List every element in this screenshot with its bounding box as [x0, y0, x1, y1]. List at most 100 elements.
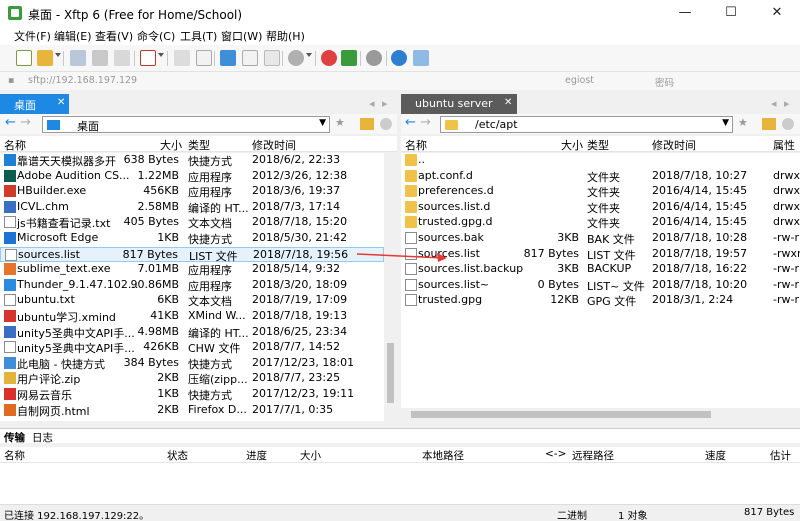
col-size[interactable]: 大小 [160, 137, 182, 153]
forward-arrow-icon[interactable]: → [420, 115, 431, 130]
left-path-input[interactable]: 桌面 ▼ [42, 116, 330, 133]
tcol-size[interactable]: 大小 [300, 448, 321, 463]
tcol-status[interactable]: 状态 [167, 448, 188, 463]
chevron-down-icon[interactable] [158, 53, 164, 57]
col-attributes[interactable]: 属性 [773, 137, 795, 153]
left-scrollbar[interactable] [384, 153, 397, 421]
tab-scroll-left-icon[interactable]: ◂ [771, 97, 777, 110]
open-folder-icon[interactable] [37, 50, 53, 66]
disconnect-icon[interactable] [92, 50, 108, 66]
menu-file[interactable]: 文件(F) [14, 28, 51, 44]
paste-icon[interactable] [196, 50, 212, 66]
file-row[interactable]: sublime_text.exe 7.01MB 应用程序 2018/5/14, 9:3… [0, 262, 384, 278]
file-row[interactable]: js书籍查看记录.txt 405 Bytes 文本文档 2018/7/18, 15:2… [0, 215, 384, 231]
close-tab-icon[interactable]: ✕ [504, 97, 512, 108]
minimize-button[interactable]: — [662, 0, 708, 26]
gear-icon[interactable] [366, 50, 382, 66]
info-icon[interactable] [413, 50, 429, 66]
menu-tools[interactable]: 工具(T) [180, 28, 217, 44]
back-arrow-icon[interactable]: ← [5, 115, 16, 130]
col-modified[interactable]: 修改时间 [652, 137, 696, 153]
file-row[interactable]: 此电脑 - 快捷方式 384 Bytes 快捷方式 2017/12/23, 18:01 [0, 356, 384, 372]
file-row[interactable]: 自制网页.html 2KB Firefox D... 2017/7/1, 0:35 [0, 403, 384, 419]
file-row[interactable]: sources.list 817 Bytes LIST 文件 2018/7/18, 1… [401, 247, 800, 263]
tcol-progress[interactable]: 进度 [246, 448, 267, 463]
file-row[interactable]: 网易云音乐 1KB 快捷方式 2017/12/23, 19:11 [0, 387, 384, 403]
tab-scroll-right-icon[interactable]: ▸ [382, 97, 388, 110]
up-folder-icon[interactable] [360, 118, 374, 130]
properties-icon[interactable] [242, 50, 258, 66]
file-row[interactable]: unity5圣典中文API手... 4.98MB 编译的 HT... 2018/6/2… [0, 325, 384, 341]
sync-icon[interactable] [264, 50, 280, 66]
xftp-icon[interactable] [341, 50, 357, 66]
back-arrow-icon[interactable]: ← [405, 115, 416, 130]
scrollbar-thumb[interactable] [411, 411, 711, 418]
right-horizontal-scrollbar[interactable] [401, 408, 800, 421]
col-type[interactable]: 类型 [587, 137, 609, 153]
terminal-icon[interactable] [140, 50, 156, 66]
tab-desktop[interactable]: 桌面 ✕ [0, 94, 69, 114]
col-size[interactable]: 大小 [561, 137, 583, 153]
file-row[interactable]: sources.bak 3KB BAK 文件 2018/7/18, 10:28 -rw-… [401, 231, 800, 247]
folder-row[interactable]: .. [401, 153, 800, 169]
tab-scroll-left-icon[interactable]: ◂ [369, 97, 375, 110]
bookmark-star-icon[interactable]: ★ [335, 116, 345, 129]
folder-row[interactable]: preferences.d 文件夹 2016/4/14, 15:45 drwxr [401, 184, 800, 200]
maximize-button[interactable]: ☐ [708, 0, 754, 26]
transfer-icon[interactable] [220, 50, 236, 66]
file-row[interactable]: 靠谱天天模拟器多开 638 Bytes 快捷方式 2018/6/2, 22:33 [0, 153, 384, 169]
file-row[interactable]: ICVL.chm 2.58MB 编译的 HT... 2018/7/3, 17:14 [0, 200, 384, 216]
forward-arrow-icon[interactable]: → [20, 115, 31, 130]
tab-scroll-right-icon[interactable]: ▸ [784, 97, 790, 110]
menu-edit[interactable]: 编辑(E) [54, 28, 92, 44]
menu-view[interactable]: 查看(V) [95, 28, 133, 44]
chevron-down-icon[interactable] [306, 53, 312, 57]
col-name[interactable]: 名称 [4, 137, 26, 153]
tab-ubuntu-server[interactable]: ubuntu server ✕ [401, 94, 517, 114]
folder-row[interactable]: trusted.gpg.d 文件夹 2016/4/14, 15:45 drwxr [401, 215, 800, 231]
file-row[interactable]: HBuilder.exe 456KB 应用程序 2018/3/6, 19:37 [0, 184, 384, 200]
menu-command[interactable]: 命令(C) [137, 28, 175, 44]
file-row[interactable]: Thunder_9.1.47.102... 90.86MB 应用程序 2018/3/2… [0, 278, 384, 294]
xshell-icon[interactable] [321, 50, 337, 66]
menu-help[interactable]: 帮助(H) [266, 28, 305, 44]
tcol-direction[interactable]: <-> [545, 448, 566, 460]
file-row[interactable]: Microsoft Edge 1KB 快捷方式 2018/5/30, 21:42 [0, 231, 384, 247]
reconnect-icon[interactable] [114, 50, 130, 66]
file-row[interactable]: 用户评论.zip 2KB 压缩(zipp... 2018/7/7, 23:25 [0, 371, 384, 387]
address-url-input[interactable]: sftp://192.168.197.129 [28, 75, 137, 86]
tcol-local-path[interactable]: 本地路径 [422, 448, 464, 463]
tcol-name[interactable]: 名称 [4, 448, 25, 463]
chevron-down-icon[interactable] [55, 53, 61, 57]
tcol-speed[interactable]: 速度 [705, 448, 726, 463]
close-button[interactable]: ✕ [754, 0, 800, 26]
file-row[interactable]: sources.list 817 Bytes LIST 文件 2018/7/18, 1… [0, 246, 384, 263]
file-row[interactable]: trusted.gpg 12KB GPG 文件 2018/3/1, 2:24 -rw-r [401, 293, 800, 309]
right-path-input[interactable]: /etc/apt ▼ [440, 116, 733, 133]
close-tab-icon[interactable]: ✕ [57, 97, 65, 108]
scrollbar-thumb[interactable] [387, 343, 394, 403]
col-type[interactable]: 类型 [188, 137, 210, 153]
password-input[interactable]: 密码 [655, 75, 674, 89]
new-session-icon[interactable] [16, 50, 32, 66]
menu-window[interactable]: 窗口(W) [221, 28, 262, 44]
folder-row[interactable]: apt.conf.d 文件夹 2018/7/18, 10:27 drwxr [401, 169, 800, 185]
username-input[interactable]: egiost [565, 75, 594, 86]
copy-icon[interactable] [174, 50, 190, 66]
col-name[interactable]: 名称 [405, 137, 427, 153]
refresh-icon[interactable] [380, 118, 392, 130]
refresh-icon[interactable] [782, 118, 794, 130]
file-row[interactable]: ubuntu学习.xmind 41KB XMind W... 2018/7/18, 1… [0, 309, 384, 325]
file-row[interactable]: Adobe Audition CS... 1.22MB 应用程序 2012/3/26,… [0, 169, 384, 185]
chevron-down-icon[interactable]: ▼ [722, 118, 729, 128]
col-modified[interactable]: 修改时间 [252, 137, 296, 153]
connect-icon[interactable] [70, 50, 86, 66]
help-icon[interactable] [391, 50, 407, 66]
tcol-remote-path[interactable]: 远程路径 [572, 448, 614, 463]
status-icon[interactable] [288, 50, 304, 66]
chevron-down-icon[interactable]: ▼ [319, 118, 326, 128]
file-row[interactable]: sources.list.backup 3KB BACKUP 2018/7/18, 1… [401, 262, 800, 278]
folder-row[interactable]: sources.list.d 文件夹 2016/4/14, 15:45 drwxr [401, 200, 800, 216]
up-folder-icon[interactable] [762, 118, 776, 130]
file-row[interactable]: ubuntu.txt 6KB 文本文档 2018/7/19, 17:09 [0, 293, 384, 309]
